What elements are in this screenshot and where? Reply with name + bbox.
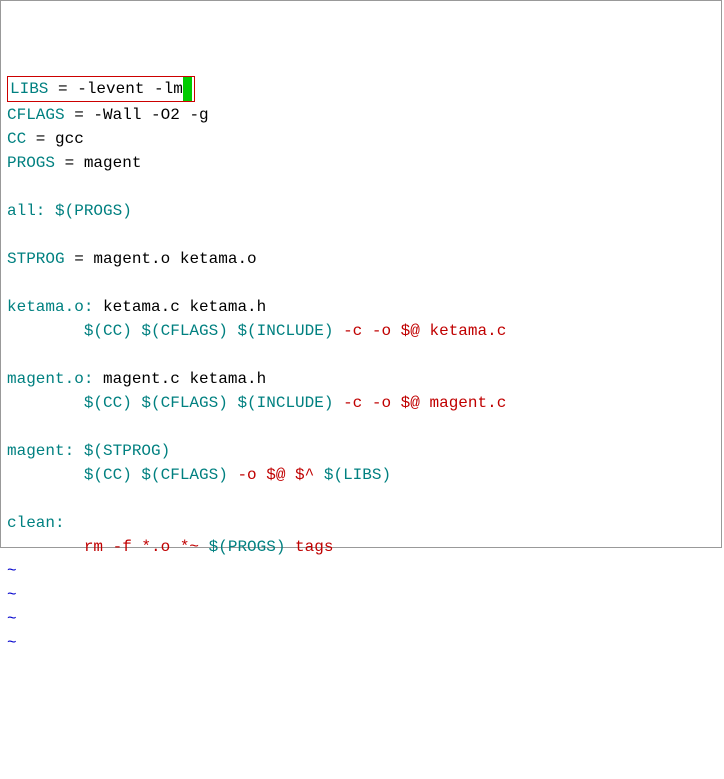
target-magent-o: magent.o: (7, 370, 93, 388)
vim-tilde: ~ (7, 586, 17, 604)
deps-all: $(PROGS) (45, 202, 131, 220)
cursor (183, 77, 192, 101)
indent (7, 466, 84, 484)
target-ketama-o: ketama.o: (7, 298, 93, 316)
vim-tilde: ~ (7, 562, 17, 580)
cmd-flags: -c -o $@ (343, 394, 429, 412)
deps-magent-o: magent.c ketama.h (93, 370, 266, 388)
eq: = (48, 80, 77, 98)
cmd-file: magent.c (429, 394, 506, 412)
cmd-file: ketama.c (429, 322, 506, 340)
var-libs: LIBS (10, 80, 48, 98)
val-progs: magent (84, 154, 142, 172)
var-cc: CC (7, 130, 26, 148)
cmd-flags: -o $@ $^ (237, 466, 323, 484)
eq: = (55, 154, 84, 172)
indent (7, 538, 84, 556)
target-all: all: (7, 202, 45, 220)
indent (7, 322, 84, 340)
eq: = (65, 250, 94, 268)
cmd-flags: -c -o $@ (343, 322, 429, 340)
cmd-rm: rm -f *.o *~ (84, 538, 209, 556)
cmd-vars: $(CC) $(CFLAGS) (84, 466, 238, 484)
eq: = (65, 106, 94, 124)
target-magent: magent: (7, 442, 74, 460)
highlighted-line: LIBS = -levent -lm (7, 76, 195, 102)
code-editor-area[interactable]: LIBS = -levent -lm CFLAGS = -Wall -O2 -g… (1, 73, 721, 659)
cmd-vars: $(CC) $(CFLAGS) $(INCLUDE) (84, 394, 343, 412)
vim-tilde: ~ (7, 634, 17, 652)
val-cc: gcc (55, 130, 84, 148)
var-progs: PROGS (7, 154, 55, 172)
cmd-rest: tags (285, 538, 333, 556)
indent (7, 394, 84, 412)
eq: = (26, 130, 55, 148)
cmd-vars: $(PROGS) (209, 538, 286, 556)
val-cflags: -Wall -O2 -g (93, 106, 208, 124)
var-stprog: STPROG (7, 250, 65, 268)
deps-ketama-o: ketama.c ketama.h (93, 298, 266, 316)
cmd-vars2: $(LIBS) (324, 466, 391, 484)
val-libs: -levent -lm (77, 80, 183, 98)
deps-magent: $(STPROG) (74, 442, 170, 460)
vim-tilde: ~ (7, 610, 17, 628)
target-clean: clean: (7, 514, 65, 532)
val-stprog: magent.o ketama.o (93, 250, 256, 268)
var-cflags: CFLAGS (7, 106, 65, 124)
cmd-vars: $(CC) $(CFLAGS) $(INCLUDE) (84, 322, 343, 340)
